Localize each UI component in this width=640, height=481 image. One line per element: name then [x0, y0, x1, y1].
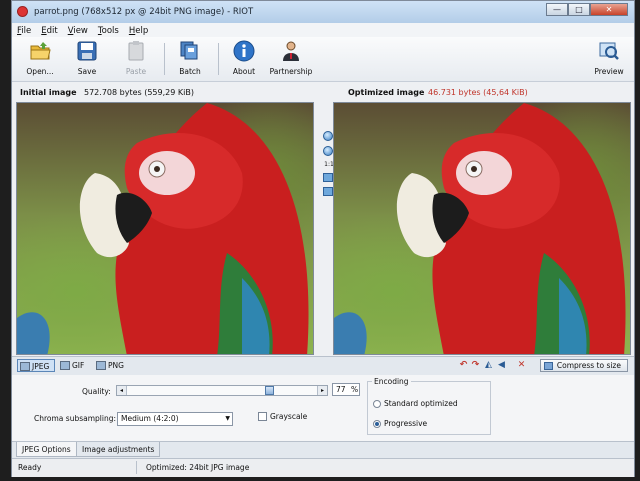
maximize-button[interactable]: □ [568, 3, 590, 16]
title-bar[interactable]: parrot.png (768x512 px @ 24bit PNG image… [12, 1, 634, 24]
delete-icon[interactable]: ✕ [517, 361, 526, 370]
zoom-out-icon[interactable] [323, 146, 333, 156]
quality-slider[interactable]: ◂ ▸ [116, 385, 328, 396]
jpeg-options-panel: Quality: ◂ ▸ 77 % Chroma subsampling: Me… [12, 375, 634, 441]
tab-image-adjustments[interactable]: Image adjustments [76, 442, 161, 457]
tab-png[interactable]: PNG [94, 359, 128, 372]
compress-to-size-button[interactable]: Compress to size [539, 359, 628, 372]
minimize-button[interactable]: — [546, 3, 568, 16]
rotate-icon[interactable]: ◀ [497, 361, 506, 370]
options-tabs: JPEG Options Image adjustments [12, 441, 634, 459]
optimized-image-panel[interactable] [333, 102, 631, 355]
partnership-label: Partnership [269, 67, 313, 76]
quality-slider-thumb[interactable] [265, 386, 274, 395]
grayscale-checkbox[interactable] [258, 412, 267, 421]
chroma-value: Medium (4:2:0) [121, 414, 179, 423]
window-controls: — □ ✕ [546, 3, 628, 16]
menu-tools[interactable]: Tools [93, 23, 124, 37]
status-bar: Ready Optimized: 24bit JPG image [12, 458, 634, 477]
menu-file[interactable]: File [12, 23, 36, 37]
folder-icon [30, 42, 51, 60]
progressive-label: Progressive [384, 419, 428, 428]
chevron-down-icon: ▼ [225, 415, 230, 422]
parrot-illustration [334, 103, 626, 354]
encoding-title: Encoding [372, 377, 411, 386]
gif-icon [60, 361, 70, 370]
chroma-select[interactable]: Medium (4:2:0) ▼ [117, 412, 233, 426]
initial-image-label: Initial image [20, 88, 77, 97]
menu-view[interactable]: View [63, 23, 93, 37]
slider-right-arrow-icon[interactable]: ▸ [317, 386, 327, 395]
status-divider [136, 461, 137, 474]
parrot-illustration [17, 103, 309, 354]
slider-left-arrow-icon[interactable]: ◂ [117, 386, 127, 395]
png-icon [96, 361, 106, 370]
paste-label: Paste [125, 67, 147, 76]
compare-icon[interactable] [323, 187, 333, 196]
redo-icon[interactable]: ↷ [471, 361, 480, 370]
jpeg-icon [20, 362, 30, 371]
toolbar-separator [164, 43, 165, 75]
zoom-in-icon[interactable] [323, 131, 333, 141]
preview-label: Preview [594, 67, 624, 76]
fit-to-window-icon[interactable] [323, 173, 333, 182]
flip-icon[interactable]: ◭ [484, 361, 493, 370]
menu-bar: File Edit View Tools Help [12, 23, 634, 37]
app-icon [17, 6, 28, 17]
batch-label: Batch [179, 67, 201, 76]
toolbar-separator [218, 43, 219, 75]
status-ready: Ready [18, 463, 42, 472]
format-bar: JPEG GIF PNG ↶ ↷ ◭ ◀ ✕ Compress to size [12, 356, 634, 376]
image-info-bar: Initial image 572.708 bytes (559,29 KiB)… [12, 82, 634, 102]
open-button[interactable]: Open... [22, 40, 58, 78]
toolbar: Open... Save Paste Batch About Partnersh… [12, 37, 634, 82]
open-label: Open... [26, 67, 54, 76]
parrot-photo-optimized [334, 103, 630, 354]
quality-label: Quality: [82, 387, 111, 396]
batch-icon [180, 41, 198, 60]
initial-image-panel[interactable] [16, 102, 314, 355]
tab-jpeg[interactable]: JPEG [17, 359, 55, 372]
grayscale-label: Grayscale [270, 412, 308, 421]
optimized-image-size: 46.731 bytes (45,64 KiB) [428, 88, 528, 97]
initial-image-size: 572.708 bytes (559,29 KiB) [84, 88, 194, 97]
info-icon [233, 40, 255, 62]
quality-percent: % [351, 385, 359, 394]
compress-label: Compress to size [556, 361, 621, 370]
status-optimized-format: Optimized: 24bit JPG image [146, 463, 250, 472]
tab-png-label: PNG [108, 361, 124, 370]
paste-button[interactable]: Paste [120, 40, 152, 78]
riot-window: parrot.png (768x512 px @ 24bit PNG image… [11, 0, 635, 477]
close-button[interactable]: ✕ [590, 3, 628, 16]
save-label: Save [77, 67, 97, 76]
tab-gif-label: GIF [72, 361, 85, 370]
about-button[interactable]: About [228, 40, 260, 78]
undo-icon[interactable]: ↶ [459, 361, 468, 370]
tab-jpeg-label: JPEG [32, 362, 50, 371]
encoding-group: Encoding Standard optimized Progressive [367, 377, 491, 435]
preview-icon [599, 42, 619, 60]
clipboard-icon [128, 41, 144, 61]
window-title: parrot.png (768x512 px @ 24bit PNG image… [34, 7, 254, 17]
tab-jpeg-options[interactable]: JPEG Options [16, 442, 77, 457]
compress-icon [543, 362, 553, 370]
progressive-radio[interactable] [373, 420, 381, 428]
standard-optimized-label: Standard optimized [384, 399, 458, 408]
floppy-disk-icon [77, 41, 97, 61]
menu-help[interactable]: Help [124, 23, 153, 37]
chroma-label: Chroma subsampling: [34, 414, 116, 423]
optimized-image-label: Optimized image [348, 88, 425, 97]
batch-button[interactable]: Batch [174, 40, 206, 78]
parrot-photo-initial [17, 103, 313, 354]
about-label: About [232, 67, 256, 76]
tab-gif[interactable]: GIF [58, 359, 90, 372]
person-icon [283, 41, 299, 61]
partnership-button[interactable]: Partnership [268, 40, 314, 78]
standard-optimized-radio[interactable] [373, 400, 381, 408]
menu-edit[interactable]: Edit [36, 23, 62, 37]
preview-button[interactable]: Preview [592, 40, 626, 78]
save-button[interactable]: Save [72, 40, 102, 78]
